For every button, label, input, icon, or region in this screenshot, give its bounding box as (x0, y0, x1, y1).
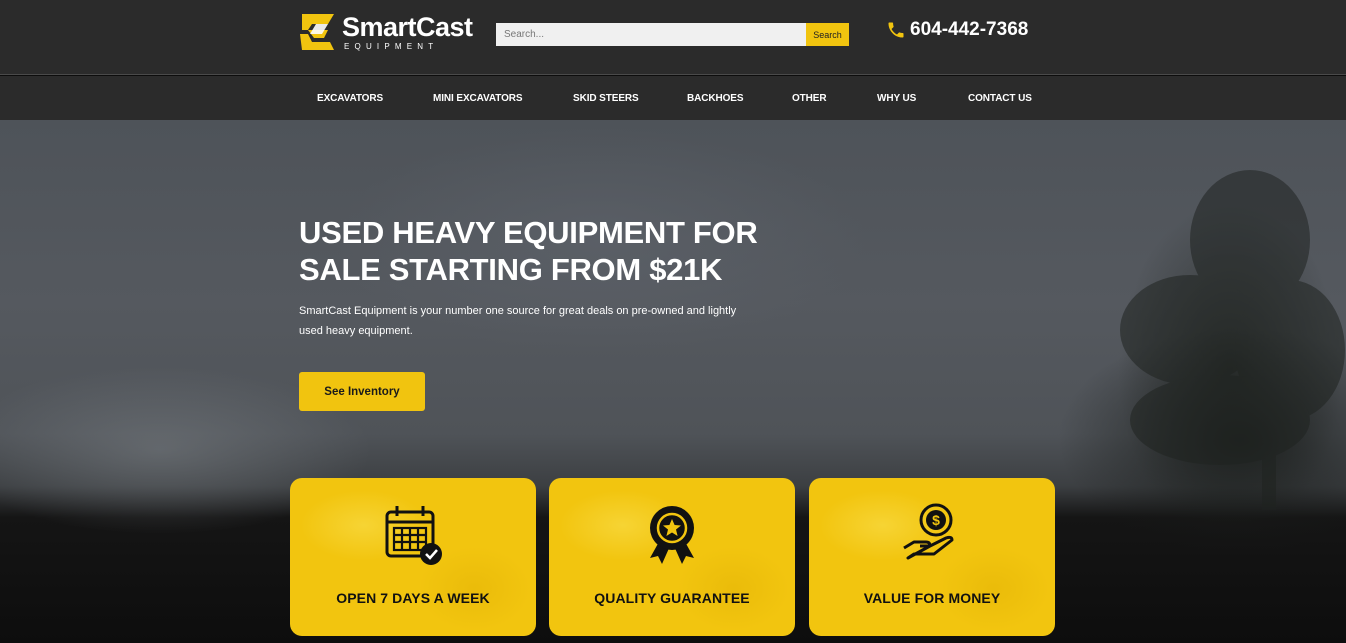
phone-number: 604-442-7368 (910, 19, 1029, 40)
logo-mark-icon (300, 14, 334, 50)
nav-item-excavators[interactable]: EXCAVATORS (317, 93, 383, 104)
award-badge-icon (650, 506, 694, 564)
feature-card-quality: QUALITY GUARANTEE (549, 478, 795, 636)
site-header: SmartCast EQUIPMENT Search 604-442-7368 (0, 0, 1346, 75)
brand-subtitle: EQUIPMENT (344, 41, 439, 51)
phone-link[interactable]: 604-442-7368 (886, 19, 1028, 41)
feature-label: VALUE FOR MONEY (863, 590, 1001, 606)
nav-item-backhoes[interactable]: BACKHOES (687, 93, 744, 104)
search-button[interactable]: Search (806, 23, 849, 46)
coin-hand-icon: $ (903, 503, 954, 560)
feature-label: OPEN 7 DAYS A WEEK (336, 590, 490, 606)
logo-text: SmartCast EQUIPMENT (342, 11, 473, 51)
feature-card-value: $ VALUE FOR MONEY (809, 478, 1055, 636)
brand-logo[interactable]: SmartCast EQUIPMENT (298, 12, 473, 52)
see-inventory-button[interactable]: See Inventory (299, 372, 425, 411)
search-form: Search (496, 23, 849, 46)
feature-label: QUALITY GUARANTEE (594, 590, 750, 606)
nav-item-mini-excavators[interactable]: MINI EXCAVATORS (433, 93, 523, 104)
main-nav: EXCAVATORS MINI EXCAVATORS SKID STEERS B… (0, 76, 1346, 120)
hero-description: SmartCast Equipment is your number one s… (299, 305, 737, 337)
nav-item-skid-steers[interactable]: SKID STEERS (573, 93, 639, 104)
nav-item-why-us[interactable]: WHY US (877, 93, 916, 104)
svg-text:$: $ (932, 512, 940, 528)
brand-name: SmartCast (342, 11, 473, 42)
phone-icon (888, 22, 904, 38)
nav-item-other[interactable]: OTHER (792, 93, 827, 104)
hero-title: USED HEAVY EQUIPMENT FOR SALE STARTING F… (299, 215, 758, 287)
nav-item-contact-us[interactable]: CONTACT US (968, 93, 1032, 104)
feature-card-open: OPEN 7 DAYS A WEEK (290, 478, 536, 636)
search-input[interactable] (496, 23, 806, 46)
calendar-check-icon (385, 506, 442, 565)
